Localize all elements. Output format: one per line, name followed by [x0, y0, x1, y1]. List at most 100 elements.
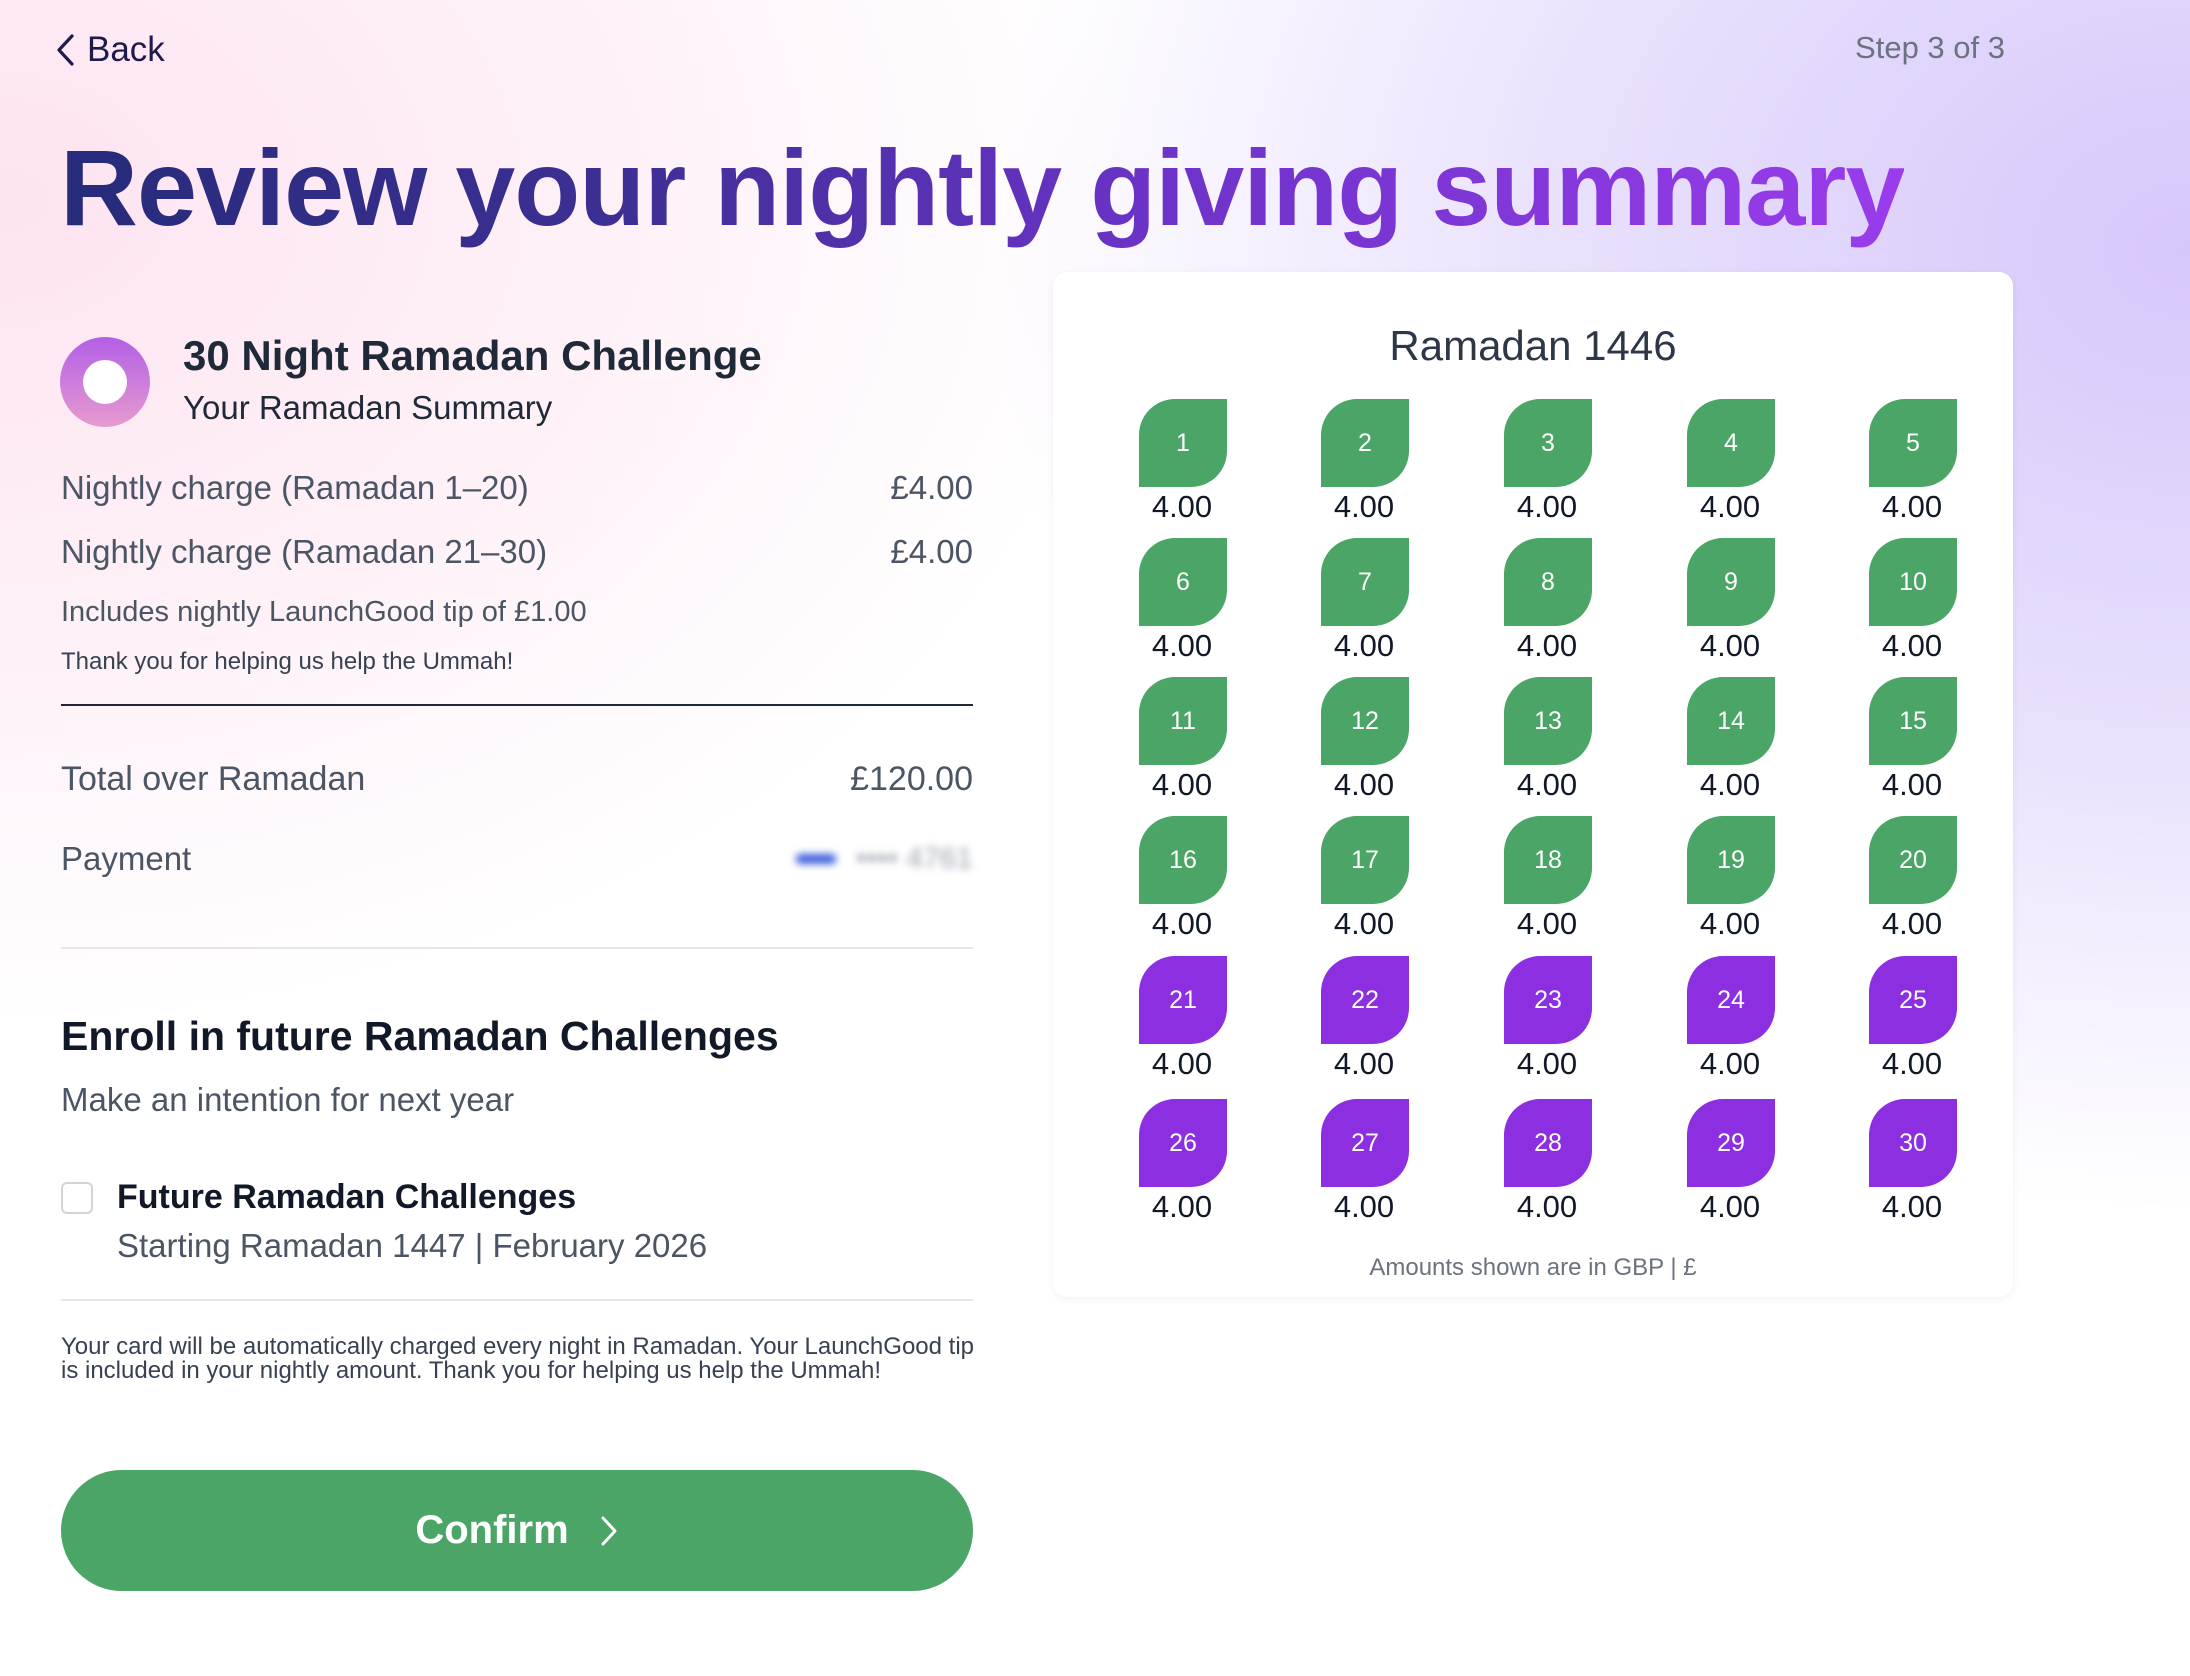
chevron-right-icon — [601, 1516, 617, 1545]
night-leaf-icon: 22 — [1321, 956, 1409, 1044]
payment-label: Payment — [61, 840, 192, 877]
nightly-charge-value: £4.00 — [890, 469, 973, 506]
night-amount: 4.00 — [1699, 489, 1761, 524]
night-cell: 4 4.00 — [1670, 399, 1790, 529]
night-amount: 4.00 — [1151, 1046, 1213, 1081]
night-cell: 12 4.00 — [1304, 677, 1424, 807]
disclaimer-text: Your card will be automatically charged … — [61, 1333, 975, 1384]
night-cell: 30 4.00 — [1852, 1099, 1972, 1229]
divider — [61, 947, 973, 949]
night-amount: 4.00 — [1516, 906, 1578, 941]
night-cell: 23 4.00 — [1487, 956, 1607, 1086]
challenge-subtitle: Your Ramadan Summary — [183, 389, 553, 426]
night-cell: 13 4.00 — [1487, 677, 1607, 807]
payment-method: •••• 4761 — [795, 840, 973, 878]
night-cell: 17 4.00 — [1304, 816, 1424, 946]
night-amount: 4.00 — [1333, 489, 1395, 524]
night-leaf-icon: 5 — [1869, 399, 1957, 487]
night-amount: 4.00 — [1516, 489, 1578, 524]
night-leaf-icon: 10 — [1869, 538, 1957, 626]
night-cell: 6 4.00 — [1122, 538, 1242, 668]
night-amount: 4.00 — [1699, 1046, 1761, 1081]
night-cell: 24 4.00 — [1670, 956, 1790, 1086]
night-leaf-icon: 24 — [1687, 956, 1775, 1044]
nightly-charge-row: Nightly charge (Ramadan 1–20) £4.00 — [61, 469, 973, 507]
night-cell: 28 4.00 — [1487, 1099, 1607, 1229]
night-cell: 7 4.00 — [1304, 538, 1424, 668]
night-leaf-icon: 21 — [1139, 956, 1227, 1044]
nightly-charge-label: Nightly charge (Ramadan 21–30) — [61, 533, 548, 570]
night-cell: 22 4.00 — [1304, 956, 1424, 1086]
night-leaf-icon: 28 — [1504, 1099, 1592, 1187]
night-leaf-icon: 4 — [1687, 399, 1775, 487]
night-leaf-icon: 25 — [1869, 956, 1957, 1044]
night-leaf-icon: 12 — [1321, 677, 1409, 765]
night-cell: 18 4.00 — [1487, 816, 1607, 946]
future-challenges-label[interactable]: Future Ramadan Challenges — [117, 1178, 576, 1217]
future-challenges-detail: Starting Ramadan 1447 | February 2026 — [117, 1227, 708, 1264]
chevron-left-icon — [57, 34, 74, 66]
tip-note: Includes nightly LaunchGood tip of £1.00 — [61, 596, 587, 628]
night-cell: 29 4.00 — [1670, 1099, 1790, 1229]
night-cell: 8 4.00 — [1487, 538, 1607, 668]
night-amount: 4.00 — [1333, 767, 1395, 802]
night-leaf-icon: 26 — [1139, 1099, 1227, 1187]
calendar-card: Ramadan 1446 1 4.00 2 4.00 3 4.00 4 4.00 5 4.00 6 4… — [1053, 272, 2013, 1297]
night-amount: 4.00 — [1881, 1189, 1943, 1224]
night-amount: 4.00 — [1516, 1046, 1578, 1081]
night-amount: 4.00 — [1699, 906, 1761, 941]
night-leaf-icon: 7 — [1321, 538, 1409, 626]
night-leaf-icon: 1 — [1139, 399, 1227, 487]
night-amount: 4.00 — [1699, 767, 1761, 802]
night-cell: 16 4.00 — [1122, 816, 1242, 946]
divider — [61, 704, 973, 706]
night-leaf-icon: 3 — [1504, 399, 1592, 487]
night-cell: 25 4.00 — [1852, 956, 1972, 1086]
night-cell: 20 4.00 — [1852, 816, 1972, 946]
night-amount: 4.00 — [1333, 906, 1395, 941]
nightly-charge-row: Nightly charge (Ramadan 21–30) £4.00 — [61, 533, 973, 571]
night-cell: 11 4.00 — [1122, 677, 1242, 807]
night-leaf-icon: 23 — [1504, 956, 1592, 1044]
challenge-ring-icon — [60, 337, 150, 427]
payment-row: Payment •••• 4761 — [61, 840, 973, 878]
total-row: Total over Ramadan £120.00 — [61, 760, 973, 799]
night-cell: 10 4.00 — [1852, 538, 1972, 668]
night-cell: 19 4.00 — [1670, 816, 1790, 946]
night-leaf-icon: 6 — [1139, 538, 1227, 626]
future-challenges-checkbox[interactable] — [61, 1182, 93, 1214]
night-leaf-icon: 17 — [1321, 816, 1409, 904]
currency-note: Amounts shown are in GBP | £ — [1369, 1254, 1697, 1281]
night-cell: 21 4.00 — [1122, 956, 1242, 1086]
night-amount: 4.00 — [1333, 1189, 1395, 1224]
divider — [61, 1299, 973, 1301]
night-cell: 5 4.00 — [1852, 399, 1972, 529]
night-leaf-icon: 18 — [1504, 816, 1592, 904]
night-cell: 14 4.00 — [1670, 677, 1790, 807]
night-amount: 4.00 — [1516, 1189, 1578, 1224]
night-cell: 27 4.00 — [1304, 1099, 1424, 1229]
night-leaf-icon: 30 — [1869, 1099, 1957, 1187]
night-amount: 4.00 — [1151, 628, 1213, 663]
night-amount: 4.00 — [1151, 767, 1213, 802]
thanks-note: Thank you for helping us help the Ummah! — [61, 648, 514, 675]
night-amount: 4.00 — [1516, 628, 1578, 663]
night-leaf-icon: 15 — [1869, 677, 1957, 765]
night-amount: 4.00 — [1881, 767, 1943, 802]
confirm-button[interactable]: Confirm — [61, 1470, 973, 1591]
night-leaf-icon: 20 — [1869, 816, 1957, 904]
night-cell: 9 4.00 — [1670, 538, 1790, 668]
payment-value: •••• 4761 — [855, 842, 973, 875]
night-leaf-icon: 8 — [1504, 538, 1592, 626]
night-amount: 4.00 — [1699, 628, 1761, 663]
enroll-title: Enroll in future Ramadan Challenges — [61, 1013, 779, 1059]
confirm-label: Confirm — [415, 1508, 569, 1552]
calendar-title: Ramadan 1446 — [1389, 322, 1677, 369]
night-amount: 4.00 — [1516, 767, 1578, 802]
night-amount: 4.00 — [1881, 906, 1943, 941]
back-button[interactable]: Back — [55, 28, 165, 72]
night-amount: 4.00 — [1151, 906, 1213, 941]
nightly-charge-label: Nightly charge (Ramadan 1–20) — [61, 469, 529, 506]
night-leaf-icon: 19 — [1687, 816, 1775, 904]
challenge-title: 30 Night Ramadan Challenge — [183, 332, 762, 379]
